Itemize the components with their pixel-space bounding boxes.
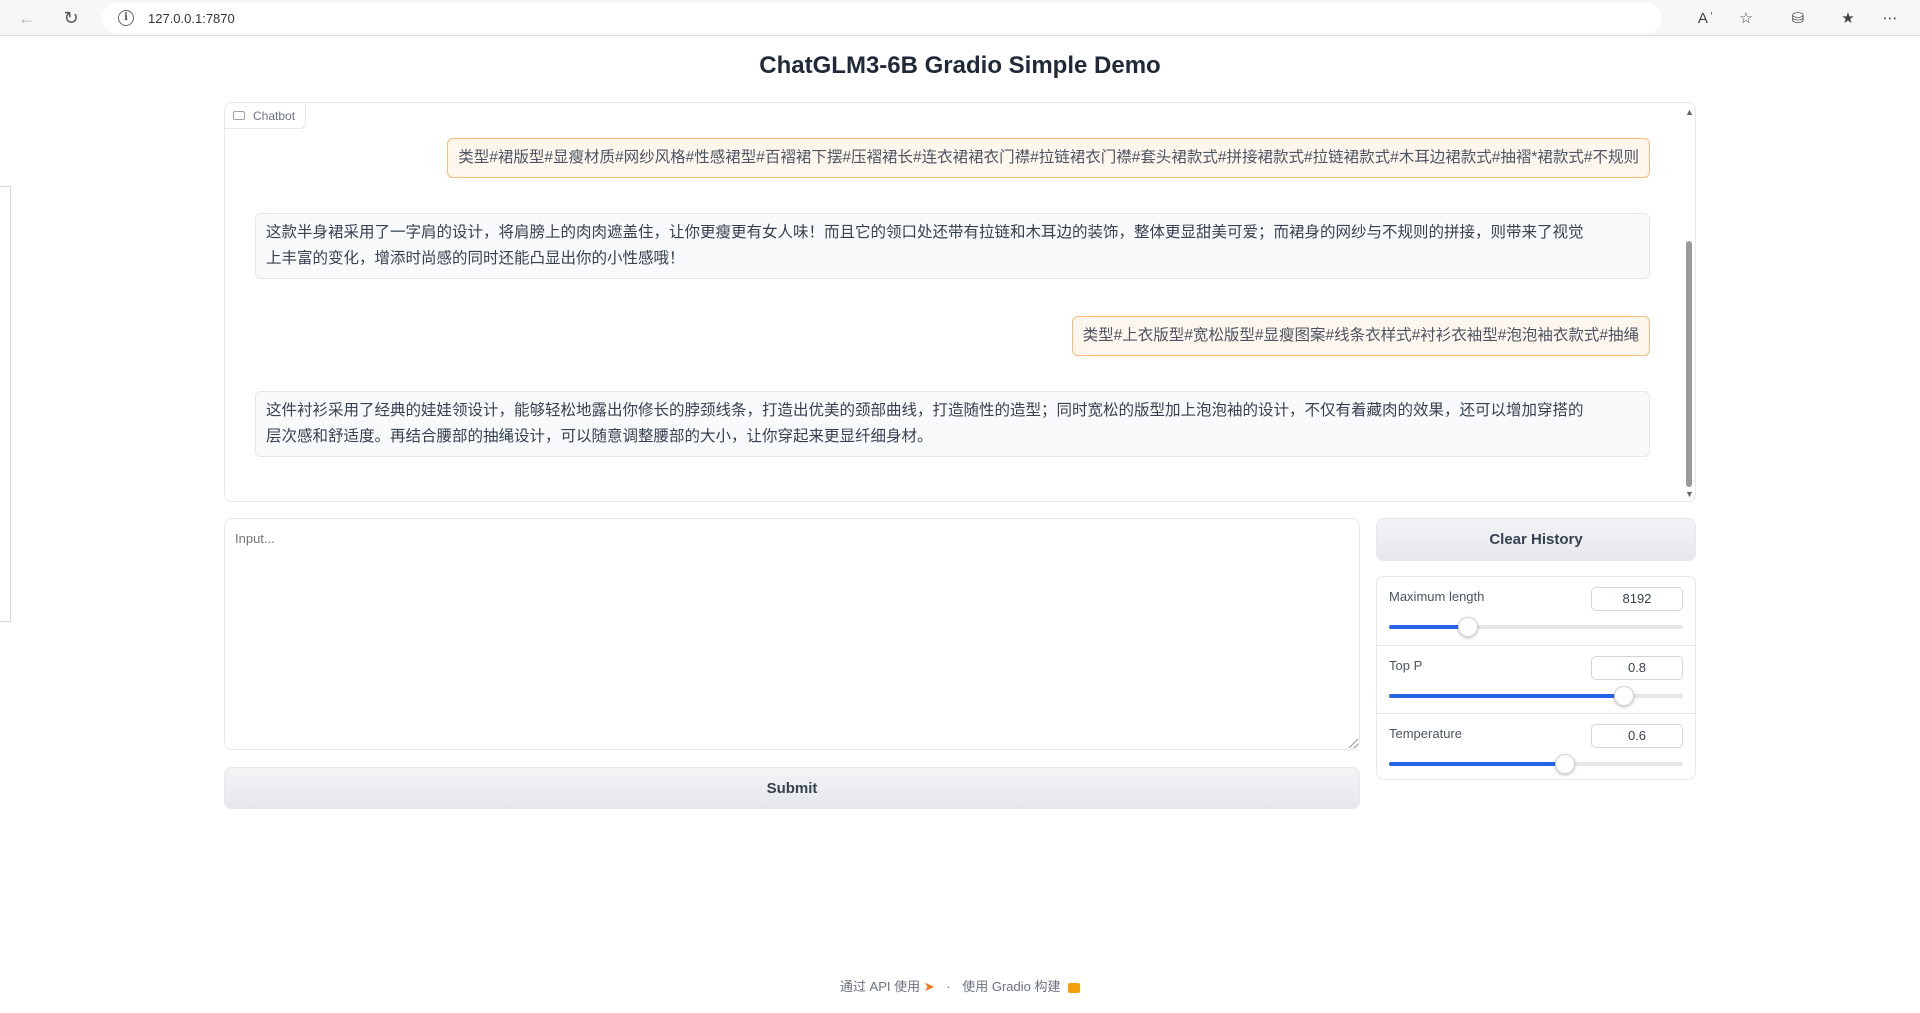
browser-toolbar: ← ↻ i 127.0.0.1:7870 A ˈ ☆ ⛁ ★ ⋯: [0, 0, 1920, 36]
gradio-logo-icon: [1068, 982, 1081, 993]
reload-icon[interactable]: ↻: [60, 7, 82, 29]
chatbot-panel: Chatbot 类型#裙版型#显瘦材质#网纱风格#性感裙型#百褶裙下摆#压褶裙长…: [224, 102, 1696, 502]
chat-icon: [233, 111, 245, 120]
gradio-link-text: 使用 Gradio 构建: [962, 979, 1061, 994]
api-link[interactable]: 通过 API 使用 ➤: [840, 979, 938, 994]
info-icon[interactable]: i: [118, 10, 134, 26]
temperature-input[interactable]: 0.6: [1591, 724, 1683, 748]
gradio-link[interactable]: 使用 Gradio 构建: [962, 979, 1081, 994]
temperature-slider-thumb[interactable]: [1555, 754, 1576, 774]
rocket-icon: ➤: [923, 979, 935, 994]
temperature-slider[interactable]: [1389, 754, 1683, 774]
chat-scrollbar[interactable]: ▲ ▼: [1684, 107, 1694, 499]
temperature-setting: Temperature 0.6: [1377, 713, 1695, 781]
bot-message-line: 上丰富的变化，增添时尚感的同时还能凸显出你的小性感哦！: [266, 250, 685, 267]
bot-message-line: 这款半身裙采用了一字肩的设计，将肩膀上的肉肉遮盖住，让你更瘦更有女人味！而且它的…: [266, 224, 1584, 241]
clear-history-button[interactable]: Clear History: [1376, 518, 1696, 561]
max-length-slider-fill: [1389, 625, 1469, 629]
max-length-label: Maximum length: [1389, 589, 1485, 604]
generation-settings: Maximum length 8192 Top P 0.8 Temperatur…: [1376, 576, 1696, 780]
favorites-icon[interactable]: ★: [1836, 6, 1860, 30]
back-arrow-icon[interactable]: ←: [16, 7, 38, 29]
scrollbar-thumb[interactable]: [1686, 241, 1692, 487]
top-p-slider[interactable]: [1389, 686, 1683, 706]
user-message: 类型#上衣版型#宽松版型#显瘦图案#线条衣样式#衬衫衣袖型#泡泡袖衣款式#抽绳: [1071, 316, 1650, 356]
max-length-input[interactable]: 8192: [1591, 587, 1683, 611]
footer-separator: ·: [946, 979, 951, 994]
bot-message-line: 这件衬衫采用了经典的娃娃领设计，能够轻松地露出你修长的脖颈线条，打造出优美的颈部…: [266, 402, 1584, 419]
top-p-setting: Top P 0.8: [1377, 645, 1695, 713]
scroll-up-icon[interactable]: ▲: [1685, 107, 1694, 117]
submit-button[interactable]: Submit: [224, 767, 1360, 809]
bot-message: 这款半身裙采用了一字肩的设计，将肩膀上的肉肉遮盖住，让你更瘦更有女人味！而且它的…: [255, 213, 1650, 279]
chatbot-label-text: Chatbot: [253, 108, 296, 123]
extensions-icon[interactable]: ⛁: [1786, 6, 1810, 30]
api-link-text: 通过 API 使用: [839, 979, 921, 994]
url-text: 127.0.0.1:7870: [148, 10, 235, 26]
top-p-input[interactable]: 0.8: [1591, 656, 1683, 680]
max-length-setting: Maximum length 8192: [1377, 577, 1695, 645]
user-message-text: 类型#裙版型#显瘦材质#网纱风格#性感裙型#百褶裙下摆#压褶裙长#连衣裙裙衣门襟…: [458, 149, 1639, 166]
more-icon[interactable]: ⋯: [1878, 6, 1902, 30]
max-length-slider-thumb[interactable]: [1458, 617, 1479, 637]
user-message-text: 类型#上衣版型#宽松版型#显瘦图案#线条衣样式#衬衫衣袖型#泡泡袖衣款式#抽绳: [1082, 327, 1639, 344]
user-message: 类型#裙版型#显瘦材质#网纱风格#性感裙型#百褶裙下摆#压褶裙长#连衣裙裙衣门襟…: [447, 138, 1650, 178]
chatbot-label: Chatbot: [225, 103, 307, 129]
top-p-slider-fill: [1389, 694, 1625, 698]
footer: 通过 API 使用 ➤ · 使用 Gradio 构建: [0, 976, 1920, 995]
address-bar[interactable]: i 127.0.0.1:7870: [102, 3, 1662, 33]
temperature-label: Temperature: [1389, 726, 1462, 741]
read-aloud-icon[interactable]: A ˈ: [1694, 6, 1718, 30]
side-panel-edge: [0, 186, 11, 622]
bot-message: 这件衬衫采用了经典的娃娃领设计，能够轻松地露出你修长的脖颈线条，打造出优美的颈部…: [255, 391, 1650, 457]
page-title: ChatGLM3-6B Gradio Simple Demo: [759, 52, 1161, 79]
top-p-slider-thumb[interactable]: [1614, 686, 1635, 706]
scroll-down-icon[interactable]: ▼: [1685, 489, 1694, 499]
bot-message-line: 层次感和舒适度。再结合腰部的抽绳设计，可以随意调整腰部的大小，让你穿起来更显纤细…: [266, 428, 933, 445]
temperature-slider-fill: [1389, 762, 1566, 766]
favorite-star-icon[interactable]: ☆: [1734, 6, 1758, 30]
top-p-label: Top P: [1389, 658, 1423, 673]
resize-grip-icon[interactable]: [1348, 738, 1358, 748]
chat-input[interactable]: [224, 518, 1360, 750]
max-length-slider[interactable]: [1389, 617, 1683, 637]
